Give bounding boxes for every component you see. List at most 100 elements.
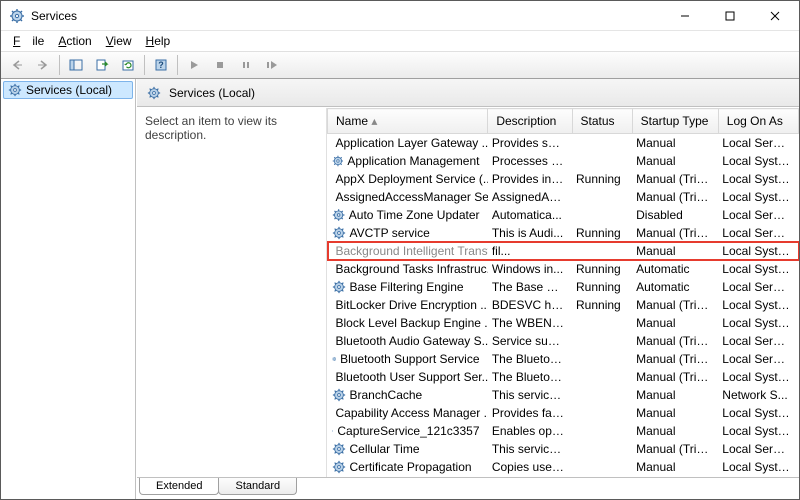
column-header-status[interactable]: Status [572, 109, 632, 134]
service-logon: Local Syste... [718, 242, 798, 260]
service-logon: Local Service [718, 224, 798, 242]
service-status [572, 152, 632, 170]
svg-text:?: ? [158, 60, 164, 70]
menu-action[interactable]: Action [52, 33, 97, 49]
service-logon: Local Syste... [718, 458, 798, 476]
service-icon [332, 352, 337, 366]
service-status [572, 440, 632, 458]
service-startup: Manual [632, 134, 718, 153]
service-row[interactable]: Base Filtering EngineThe Base Fil...Runn… [328, 278, 799, 296]
service-status [572, 188, 632, 206]
service-description: The Base Fil... [488, 278, 572, 296]
toolbar: ? [1, 51, 799, 79]
service-row[interactable]: AssignedAccessManager Se...AssignedAc...… [328, 188, 799, 206]
service-status [572, 134, 632, 153]
service-startup: Manual (Trig... [632, 188, 718, 206]
service-row[interactable]: BitLocker Drive Encryption ...BDESVC hos… [328, 296, 799, 314]
service-name: Capability Access Manager ... [336, 406, 488, 420]
service-description: The Bluetoo... [488, 350, 572, 368]
service-row[interactable]: Bluetooth User Support Ser...The Bluetoo… [328, 368, 799, 386]
service-status: Running [572, 170, 632, 188]
service-description: Provides su... [488, 134, 572, 153]
service-row[interactable]: Background Tasks Infrastruc...Windows in… [328, 260, 799, 278]
service-name: Cellular Time [350, 442, 420, 456]
column-header-startup[interactable]: Startup Type [632, 109, 718, 134]
service-status [572, 350, 632, 368]
service-name: Application Management [347, 154, 479, 168]
service-logon: Local Service [718, 440, 798, 458]
service-logon: Local Syste... [718, 260, 798, 278]
services-icon [147, 86, 161, 100]
restart-service-button [260, 54, 284, 76]
start-service-button [182, 54, 206, 76]
column-header-description[interactable]: Description [488, 109, 572, 134]
service-row[interactable]: AVCTP serviceThis is Audi...RunningManua… [328, 224, 799, 242]
description-prompt: Select an item to view its description. [145, 114, 277, 142]
service-status [572, 458, 632, 476]
service-description: The WBENG... [488, 314, 572, 332]
column-header-logon[interactable]: Log On As [718, 109, 798, 134]
service-row[interactable]: Block Level Backup Engine ...The WBENG..… [328, 314, 799, 332]
service-status [572, 314, 632, 332]
service-row[interactable]: Cellular TimeThis service ...Manual (Tri… [328, 440, 799, 458]
column-header-name[interactable]: Name ▴ [328, 109, 488, 134]
service-row[interactable]: AppX Deployment Service (...Provides inf… [328, 170, 799, 188]
tab-standard[interactable]: Standard [218, 478, 297, 495]
service-description: fil... [488, 242, 572, 260]
minimize-button[interactable] [662, 1, 707, 30]
service-row[interactable]: BranchCacheThis service ...ManualNetwork… [328, 386, 799, 404]
service-startup: Disabled [632, 206, 718, 224]
service-status [572, 422, 632, 440]
service-status [572, 386, 632, 404]
titlebar[interactable]: Services [1, 1, 799, 31]
service-icon [332, 226, 346, 240]
service-logon: Local Syste... [718, 296, 798, 314]
service-row[interactable]: Auto Time Zone UpdaterAutomatica...Disab… [328, 206, 799, 224]
service-row[interactable]: Bluetooth Audio Gateway S...Service sup.… [328, 332, 799, 350]
service-description: Windows in... [488, 260, 572, 278]
app-icon [9, 8, 25, 24]
service-logon: Local Syste... [718, 170, 798, 188]
close-button[interactable] [752, 1, 797, 30]
services-list[interactable]: Name ▴ Description Status Startup Type L… [327, 108, 799, 477]
tree-node-label: Services (Local) [26, 83, 112, 97]
service-status: Running [572, 296, 632, 314]
menu-help[interactable]: Help [140, 33, 177, 49]
service-row[interactable]: CaptureService_121c3357Enables opti...Ma… [328, 422, 799, 440]
service-name: AssignedAccessManager Se... [336, 190, 488, 204]
service-startup: Manual (Trig... [632, 368, 718, 386]
service-row[interactable]: Capability Access Manager ...Provides fa… [328, 404, 799, 422]
service-name: Bluetooth Support Service [340, 352, 479, 366]
service-name: BranchCache [350, 388, 423, 402]
service-startup: Automatic [632, 260, 718, 278]
maximize-button[interactable] [707, 1, 752, 30]
service-name: AVCTP service [350, 226, 430, 240]
window-title: Services [31, 9, 662, 23]
service-icon [332, 460, 346, 474]
help-button[interactable]: ? [149, 54, 173, 76]
service-logon: Local Syste... [718, 188, 798, 206]
console-tree[interactable]: Services (Local) [1, 79, 136, 499]
service-name: CaptureService_121c3357 [337, 424, 479, 438]
service-status: Running [572, 260, 632, 278]
service-status [572, 206, 632, 224]
refresh-button[interactable] [116, 54, 140, 76]
service-logon: Local Syste... [718, 422, 798, 440]
service-row[interactable]: Application ManagementProcesses in...Man… [328, 152, 799, 170]
service-status [572, 404, 632, 422]
description-pane: Select an item to view its description. [137, 108, 327, 477]
show-hide-tree-button[interactable] [64, 54, 88, 76]
menu-file[interactable]: File [7, 33, 50, 49]
service-row[interactable]: Certificate PropagationCopies user ...Ma… [328, 458, 799, 476]
tree-node-services-local[interactable]: Services (Local) [3, 81, 133, 99]
service-row[interactable]: Bluetooth Support ServiceThe Bluetoo...M… [328, 350, 799, 368]
service-icon [332, 424, 334, 438]
menu-view[interactable]: View [100, 33, 138, 49]
service-row[interactable]: Background Intelligent Transfer Servicef… [328, 242, 799, 260]
menubar: File Action View Help [1, 31, 799, 51]
service-row[interactable]: Application Layer Gateway ...Provides su… [328, 134, 799, 153]
service-icon [332, 442, 346, 456]
pause-service-button [234, 54, 258, 76]
export-list-button[interactable] [90, 54, 114, 76]
tab-extended[interactable]: Extended [139, 478, 219, 495]
